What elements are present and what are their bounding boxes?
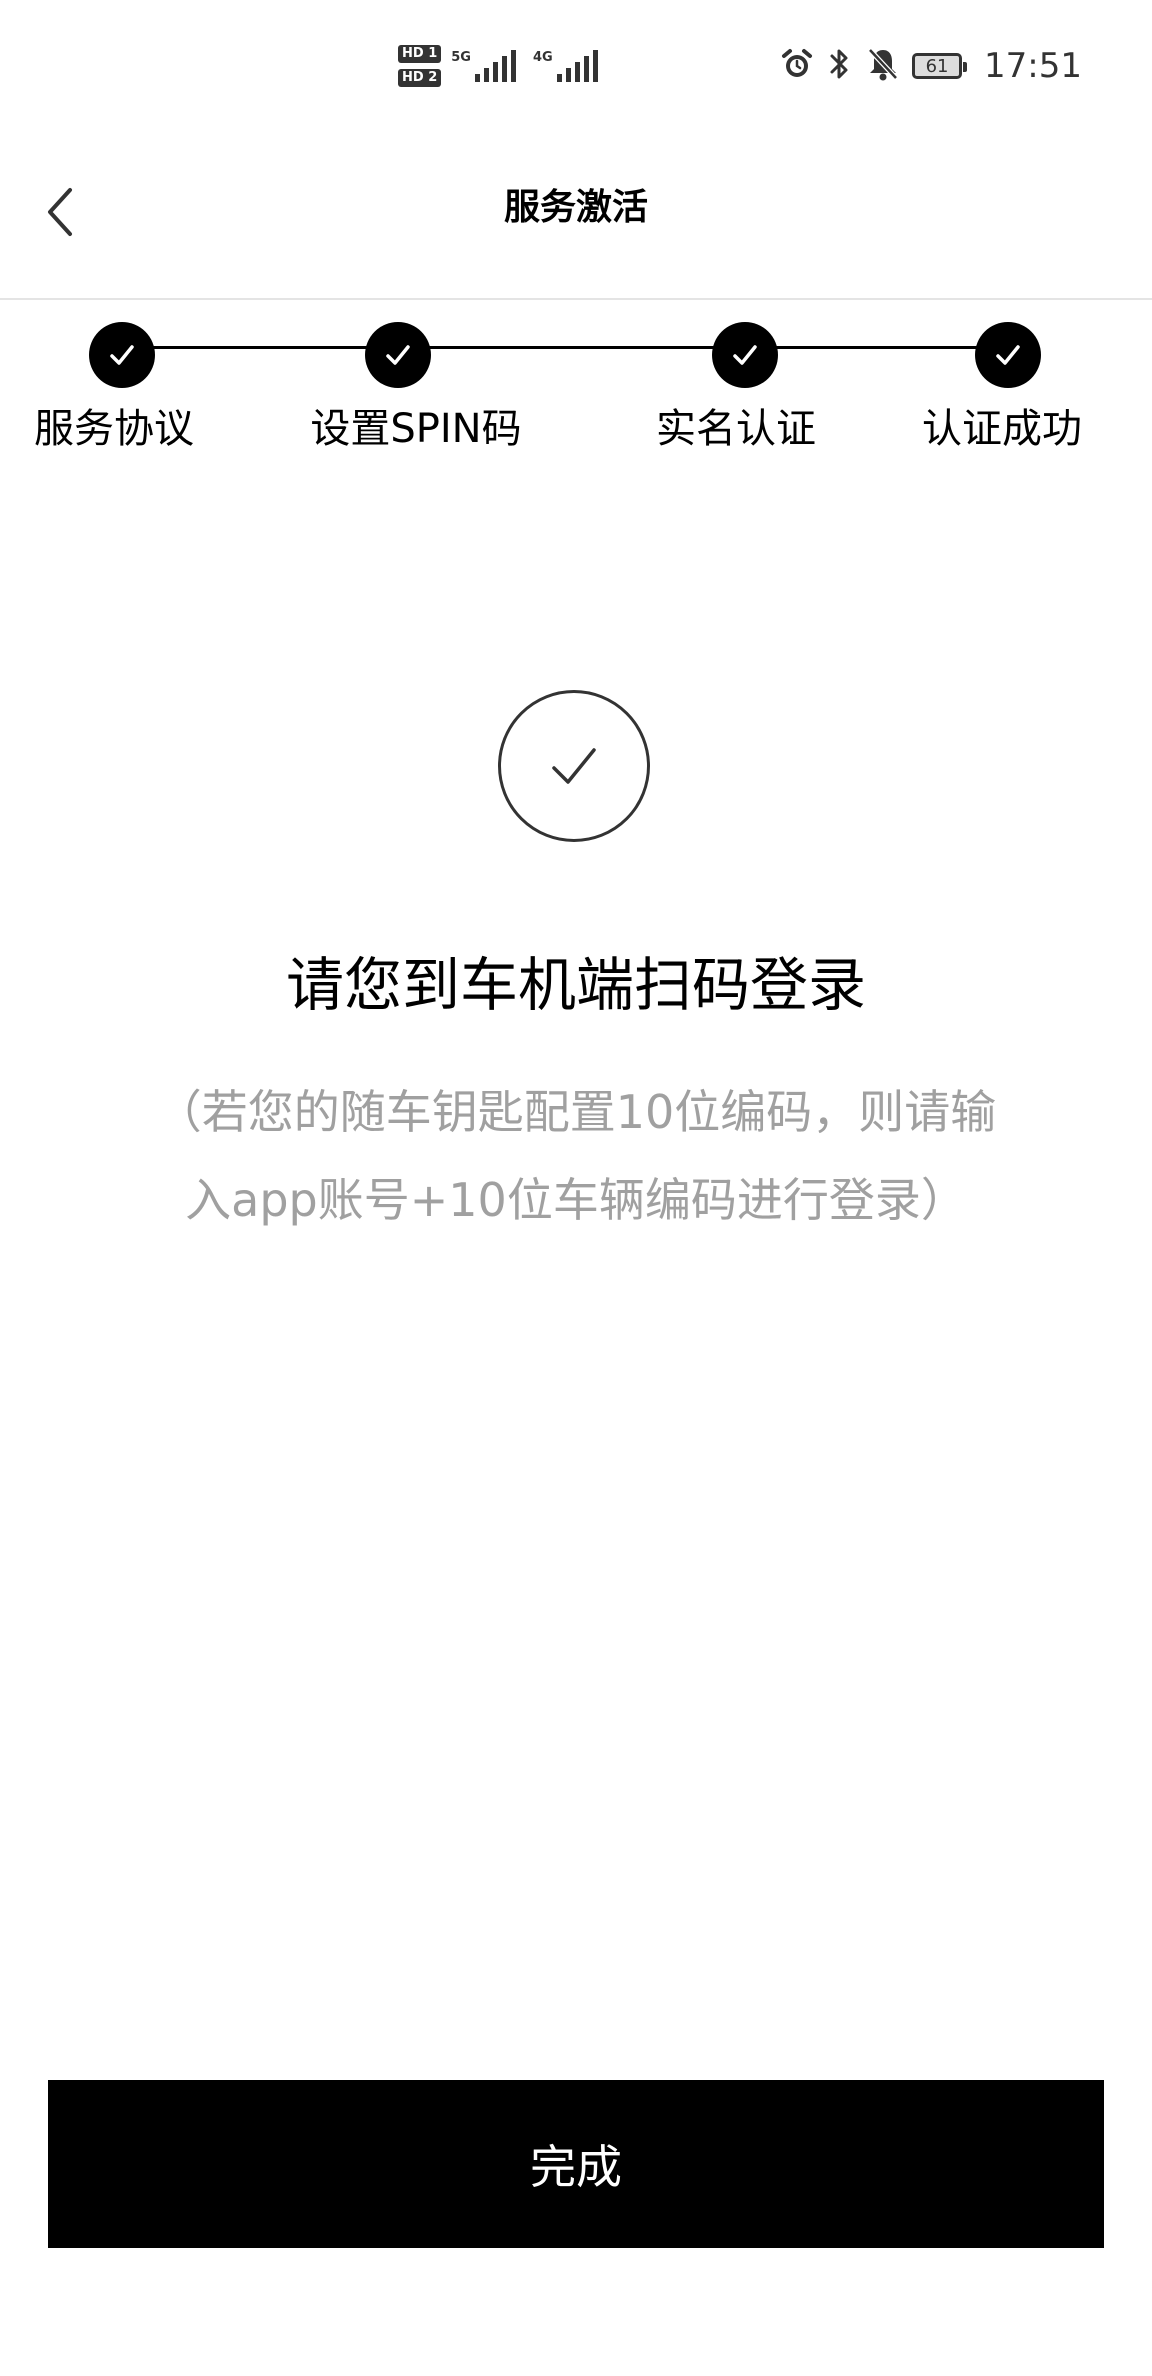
screen: HD 1 HD 2 5G 4G 61 17:51 服务激活 服务协议 设置SPI… bbox=[0, 0, 1152, 2376]
hd-badges: HD 1 HD 2 bbox=[398, 45, 442, 87]
done-button[interactable]: 完成 bbox=[48, 2080, 1104, 2248]
step-label-spin: 设置SPIN码 bbox=[310, 406, 522, 452]
step-connector bbox=[400, 346, 745, 349]
hd2-badge: HD 2 bbox=[398, 69, 442, 87]
check-circle-icon bbox=[498, 690, 650, 842]
login-note-line-1: （若您的随车钥匙配置10位编码，则请输 bbox=[155, 1085, 997, 1139]
status-bar: HD 1 HD 2 5G 4G 61 17:51 bbox=[0, 0, 1152, 132]
mute-bell-icon bbox=[866, 46, 900, 86]
nav-header: 服务激活 bbox=[0, 132, 1152, 300]
bluetooth-icon bbox=[826, 46, 854, 86]
alarm-icon bbox=[780, 47, 814, 85]
status-right-group: 61 17:51 bbox=[780, 40, 1082, 92]
signal-5g-icon: 5G bbox=[451, 50, 517, 82]
step-2-check-icon bbox=[365, 322, 431, 388]
step-connector bbox=[120, 346, 400, 349]
hd1-badge: HD 1 bbox=[398, 45, 442, 63]
step-1-check-icon bbox=[89, 322, 155, 388]
step-label-realname: 实名认证 bbox=[656, 406, 816, 452]
step-connector bbox=[745, 346, 1010, 349]
network-4g-label: 4G bbox=[532, 50, 553, 65]
signal-4g-icon: 4G bbox=[533, 50, 599, 82]
page-title: 服务激活 bbox=[503, 187, 648, 228]
battery-icon: 61 bbox=[912, 53, 968, 79]
progress-stepper: 服务协议 设置SPIN码 实名认证 认证成功 bbox=[0, 300, 1152, 480]
network-5g-label: 5G bbox=[451, 50, 471, 65]
step-label-success: 认证成功 bbox=[922, 406, 1082, 452]
status-time: 17:51 bbox=[984, 46, 1082, 86]
login-note-line-2: 入app账号+10位车辆编码进行登录） bbox=[185, 1173, 967, 1227]
step-label-agreement: 服务协议 bbox=[34, 406, 194, 452]
step-4-check-icon bbox=[975, 322, 1041, 388]
signal-group: HD 1 HD 2 5G 4G bbox=[398, 36, 599, 96]
scan-login-message: 请您到车机端扫码登录 bbox=[285, 951, 866, 1019]
step-3-check-icon bbox=[712, 322, 778, 388]
login-note: （若您的随车钥匙配置10位编码，则请输 入app账号+10位车辆编码进行登录） bbox=[140, 1068, 1012, 1244]
battery-level: 61 bbox=[925, 55, 949, 77]
